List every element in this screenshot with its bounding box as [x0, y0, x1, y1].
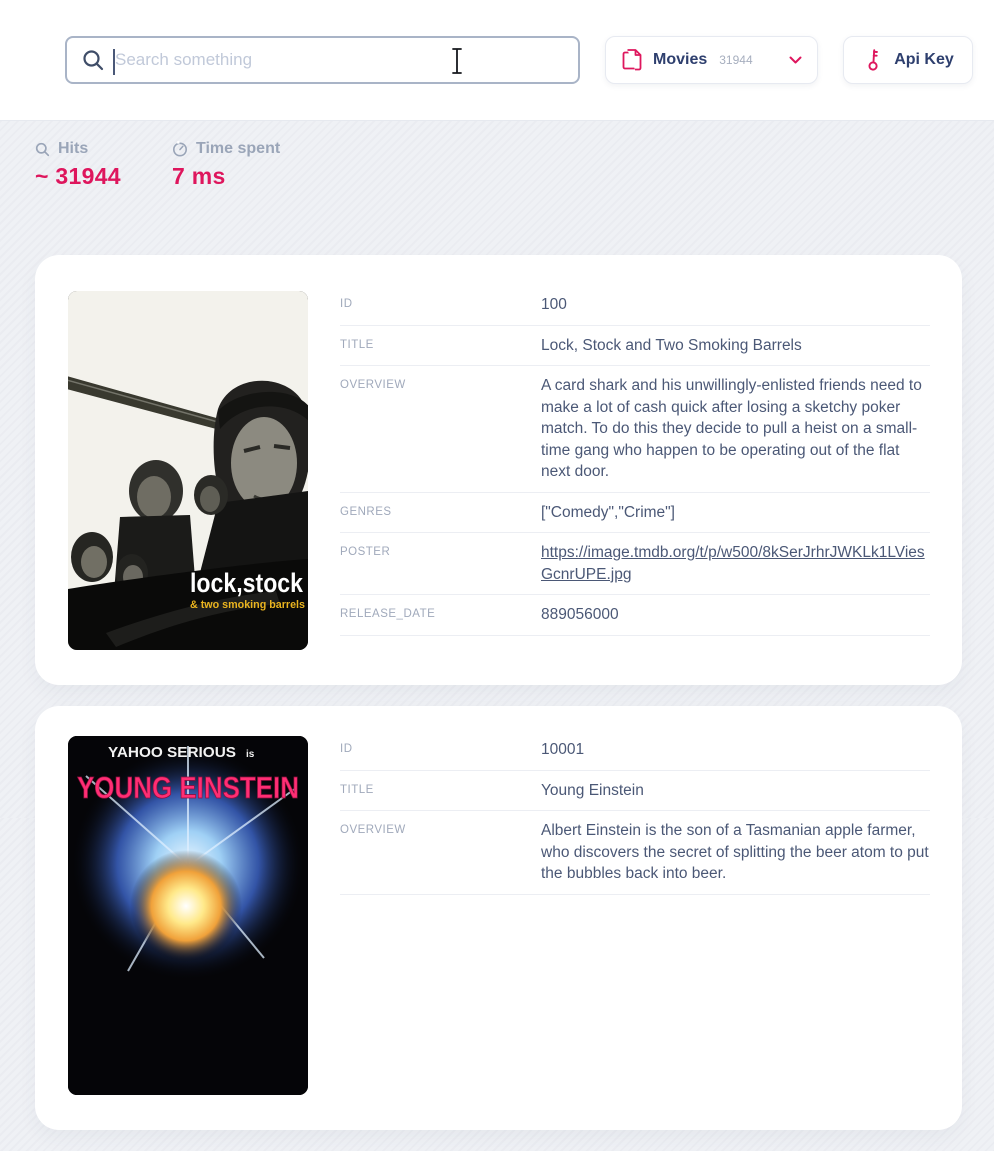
time-spent-stat: Time spent 7 ms [172, 140, 309, 190]
field-row-title: TITLE Young Einstein [340, 771, 930, 812]
field-row-id: ID 10001 [340, 739, 930, 771]
text-caret [113, 49, 115, 75]
poster-title-text: lock,stock [190, 568, 304, 598]
time-spent-label: Time spent [196, 140, 280, 158]
poster-url-link[interactable]: https://image.tmdb.org/t/p/w500/8kSerJrh… [541, 542, 930, 585]
poster-is-text: is [246, 749, 255, 760]
hits-value: ~ 31944 [35, 163, 172, 190]
movie-poster-image: lock,stock & two smoking barrels [68, 291, 308, 650]
document-fields: ID 100 TITLE Lock, Stock and Two Smoking… [340, 294, 930, 650]
poster-artist-text: YAHOO SERIOUS [108, 744, 236, 761]
result-card-lock-stock: lock,stock & two smoking barrels ID 100 … [35, 255, 962, 685]
field-row-overview: OVERVIEW A card shark and his unwillingl… [340, 366, 930, 493]
api-key-label: Api Key [894, 51, 954, 69]
api-key-button[interactable]: Api Key [843, 36, 973, 84]
movie-poster-image: YAHOO SERIOUS is YOUNG EINSTEIN [68, 736, 308, 1095]
chevron-down-icon[interactable] [789, 56, 802, 65]
field-row-overview: OVERVIEW Albert Einstein is the son of a… [340, 811, 930, 895]
key-icon [862, 49, 885, 72]
search-icon [81, 48, 105, 72]
search-box[interactable] [65, 36, 580, 84]
index-doc-count: 31944 [719, 53, 752, 67]
hits-stat: Hits ~ 31944 [35, 140, 172, 190]
index-name: Movies [653, 51, 707, 69]
documents-icon [621, 48, 643, 72]
search-input[interactable] [105, 50, 564, 70]
field-row-genres: GENRES ["Comedy","Crime"] [340, 493, 930, 534]
result-card-young-einstein: YAHOO SERIOUS is YOUNG EINSTEIN ID 10001… [35, 706, 962, 1130]
top-bar: Movies 31944 Api Key [0, 0, 994, 121]
document-fields: ID 10001 TITLE Young Einstein OVERVIEW A… [340, 739, 930, 1095]
field-row-poster: POSTER https://image.tmdb.org/t/p/w500/8… [340, 533, 930, 595]
results-list: lock,stock & two smoking barrels ID 100 … [35, 255, 962, 1151]
gauge-icon [172, 141, 188, 157]
field-row-title: TITLE Lock, Stock and Two Smoking Barrel… [340, 326, 930, 367]
search-stats: Hits ~ 31944 Time spent 7 ms [35, 140, 309, 190]
poster-title-text: YOUNG EINSTEIN [77, 770, 299, 805]
hits-magnifier-icon [35, 142, 50, 157]
time-spent-value: 7 ms [172, 163, 309, 190]
poster-subtitle-text: & two smoking barrels [190, 599, 305, 611]
field-row-release-date: RELEASE_DATE 889056000 [340, 595, 930, 636]
hits-label: Hits [58, 140, 88, 158]
index-selector-dropdown[interactable]: Movies 31944 [605, 36, 818, 84]
field-row-id: ID 100 [340, 294, 930, 326]
